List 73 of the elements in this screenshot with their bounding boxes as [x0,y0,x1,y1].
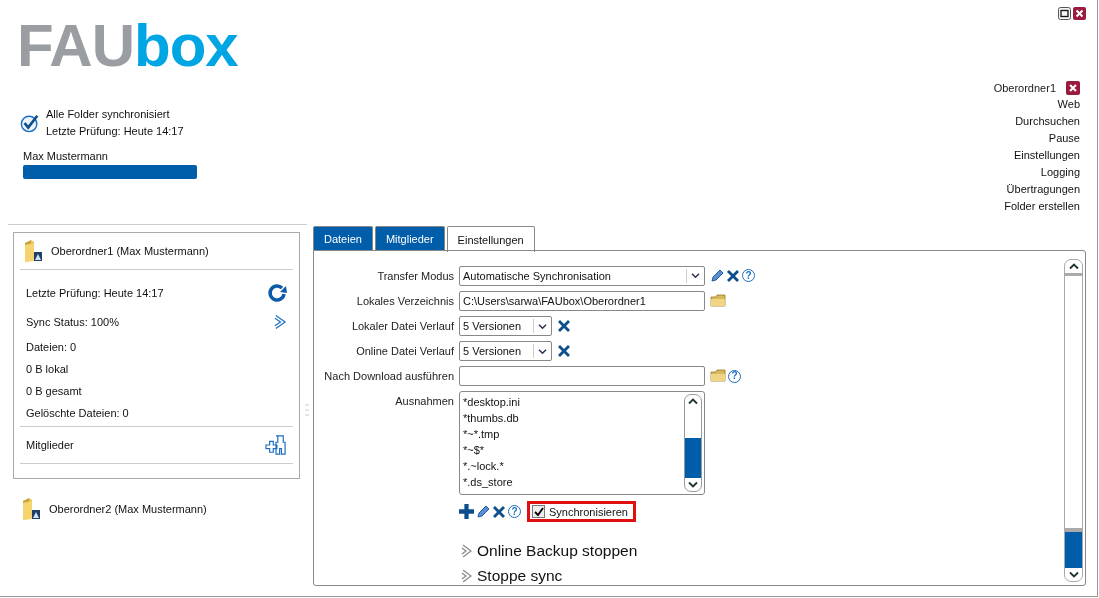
folder-icon [22,239,44,263]
dropdown[interactable]: 5 Versionen [459,341,552,362]
field-label: Lokales Verzeichnis [355,294,455,307]
list-item[interactable]: *.ds_store [463,474,682,490]
list-item[interactable]: *~$* [463,442,682,458]
menu-item[interactable]: Einstellungen [1013,147,1080,164]
tab[interactable]: Einstellungen [446,226,535,252]
menu-item[interactable]: Durchsuchen [1015,113,1080,130]
list-item[interactable]: *~*.tmp [463,426,682,442]
folder-icon[interactable] [710,369,726,384]
input-field[interactable]: C:\Users\sarwa\FAUbox\Oberordner1 [459,290,705,311]
dropdown-caret-icon[interactable] [538,322,547,330]
check-icon [20,112,40,133]
field-label: Lokaler Datei Verlauf [350,320,455,332]
user-name: Max Mustermann [23,150,108,162]
status-text: Alle Folder synchronisiert [46,108,171,120]
folder-title[interactable]: Oberordner1 (Max Mustermann) [51,245,209,257]
last-check-text: Letzte Prüfung: Heute 14:17 [46,125,184,137]
menu-item[interactable]: Web [1057,96,1080,113]
action-link[interactable]: Online Backup stoppen [461,542,1064,560]
chevron-right-icon [461,544,473,558]
field-label: Transfer Modus [376,269,455,282]
list-item[interactable]: *thumbs.db [463,410,682,426]
folder-name: Oberordner1 [993,82,1056,94]
menu-item[interactable]: Übertragungen [1006,181,1080,198]
input-field[interactable] [459,366,705,387]
detail-text: 0 B gesamt [26,385,82,397]
scrollbar-thumb[interactable] [685,438,701,478]
menu-item[interactable]: Pause [1048,130,1080,147]
list-item[interactable]: *.~lock.* [463,458,682,474]
checkbox-label[interactable]: Synchronisieren [549,505,628,518]
add-user-icon[interactable] [265,435,287,455]
pencil-icon[interactable] [476,504,490,519]
checkbox[interactable] [532,505,545,518]
chevron-right-icon[interactable] [274,313,287,330]
close-icon[interactable] [1066,81,1080,95]
field-label: Online Datei Verlauf [355,345,455,358]
delete-icon[interactable] [557,319,571,333]
dropdown[interactable]: 5 Versionen [459,316,552,336]
exclusion-list[interactable]: *desktop.ini *thumbs.db *~*.tmp *~$* *.~lock.* *.ds_store [459,391,705,495]
dropdown-caret-icon[interactable] [538,347,547,355]
menu-item[interactable]: Logging [1040,164,1080,181]
close-icon[interactable] [1073,7,1086,20]
tab[interactable]: Mitglieder [374,226,445,250]
field-label: Ausnahmen [394,394,455,409]
delete-icon[interactable] [492,504,506,519]
detail-text: Dateien: 0 [26,341,77,353]
delete-icon[interactable] [726,268,740,283]
refresh-icon[interactable] [267,282,287,303]
scrollbar-thumb[interactable] [1065,528,1082,568]
logo: FAUbox [17,18,238,74]
delete-icon[interactable] [557,344,571,359]
pencil-icon[interactable] [710,268,724,283]
detail-text: Letzte Prüfung: Heute 14:17 [26,286,164,299]
dropdown-caret-icon[interactable] [691,272,700,280]
list-item[interactable]: *desktop.ini [463,394,682,410]
detail-text: 0 B lokal [26,363,69,375]
dropdown[interactable]: Automatische Synchronisation [459,265,705,286]
folder-title[interactable]: Oberordner2 (Max Mustermann) [49,503,207,515]
folder-icon[interactable] [710,293,726,308]
scrollbar[interactable] [684,394,702,492]
tab[interactable]: Dateien [313,226,373,250]
action-link[interactable]: Stoppe sync [461,567,1064,585]
members-label: Mitglieder [26,439,74,451]
detail-text: Sync Status: 100% [26,315,119,328]
detail-text: Gelöschte Dateien: 0 [26,407,129,419]
chevron-right-icon [461,569,473,583]
scrollbar[interactable] [1064,259,1083,582]
maximize-icon[interactable] [1058,7,1071,20]
folder-icon [20,497,42,521]
menu-item[interactable]: Folder erstellen [1004,198,1080,215]
add-icon[interactable] [459,504,474,519]
field-label: Nach Download ausführen [323,370,455,383]
